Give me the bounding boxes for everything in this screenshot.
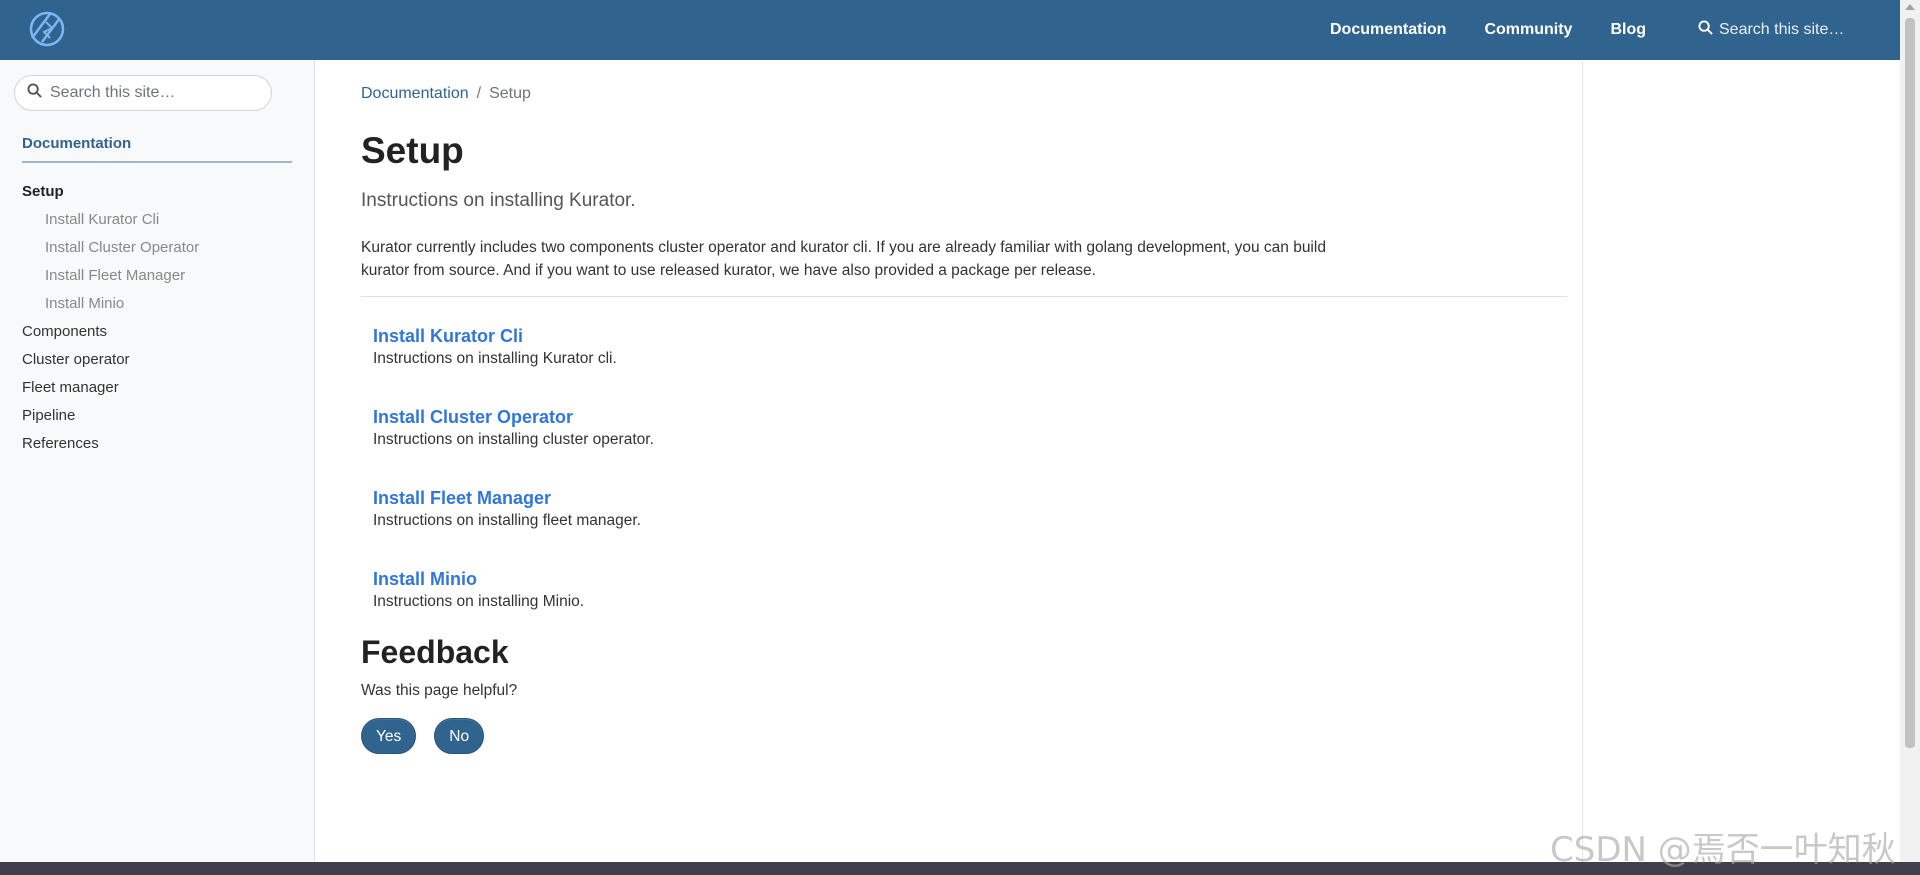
entry-link-install-fleet-manager[interactable]: Install Fleet Manager: [373, 486, 1273, 510]
nav-link-community[interactable]: Community: [1484, 21, 1572, 39]
entry-description: Instructions on installing Kurator cli.: [373, 350, 617, 367]
breadcrumb: Documentation / Setup: [361, 85, 531, 103]
child-page-list: Install Kurator Cli Instructions on inst…: [373, 324, 1273, 648]
sidebar-item-setup[interactable]: Setup: [22, 178, 292, 206]
sidebar-item-references[interactable]: References: [22, 430, 292, 458]
section-divider: [361, 296, 1567, 297]
feedback-no-button[interactable]: No: [434, 718, 485, 754]
page-title: Setup: [361, 130, 464, 171]
entry-description: Instructions on installing cluster opera…: [373, 431, 654, 448]
sidebar-search-placeholder: Search this site…: [50, 84, 176, 101]
top-navbar: Documentation Community Blog Search this…: [0, 0, 1900, 60]
page-scrollbar[interactable]: [1900, 0, 1920, 862]
sidebar-search-input[interactable]: Search this site…: [14, 75, 272, 111]
sidebar-item-install-kurator-cli[interactable]: Install Kurator Cli: [22, 206, 292, 234]
search-icon: [27, 83, 42, 103]
scroll-thumb[interactable]: [1905, 18, 1915, 748]
feedback-heading: Feedback: [361, 634, 509, 670]
feedback-buttons: Yes No: [361, 718, 502, 754]
page-body-text: Kurator currently includes two component…: [361, 239, 1326, 279]
page-lead: Instructions on installing Kurator.: [361, 190, 636, 211]
entry-description: Instructions on installing Minio.: [373, 593, 585, 610]
nav-links: Documentation Community Blog: [1330, 0, 1684, 60]
nav-link-blog[interactable]: Blog: [1610, 21, 1646, 39]
list-item: Install Fleet Manager Instructions on in…: [373, 486, 1273, 567]
sidebar-item-install-minio[interactable]: Install Minio: [22, 290, 292, 318]
sidebar-item-components[interactable]: Components: [22, 318, 292, 346]
feedback-question: Was this page helpful?: [361, 682, 518, 699]
sidebar-item-fleet-manager[interactable]: Fleet manager: [22, 374, 292, 402]
toc-column-divider: [1582, 60, 1583, 862]
breadcrumb-documentation-link[interactable]: Documentation: [361, 85, 469, 103]
entry-link-install-cluster-operator[interactable]: Install Cluster Operator: [373, 405, 1273, 429]
kurator-logo-icon[interactable]: [22, 8, 72, 50]
entry-link-install-kurator-cli[interactable]: Install Kurator Cli: [373, 324, 1273, 348]
list-item: Install Kurator Cli Instructions on inst…: [373, 324, 1273, 405]
scroll-up-arrow-icon[interactable]: [1905, 4, 1915, 10]
sidebar-item-install-fleet-manager[interactable]: Install Fleet Manager: [22, 262, 292, 290]
entry-description: Instructions on installing fleet manager…: [373, 512, 641, 529]
sidebar-item-pipeline[interactable]: Pipeline: [22, 402, 292, 430]
breadcrumb-separator: /: [476, 85, 482, 102]
nav-link-documentation[interactable]: Documentation: [1330, 21, 1446, 39]
left-sidebar: Search this site… Documentation Setup In…: [0, 60, 315, 862]
sidebar-nav-list: Setup Install Kurator Cli Install Cluste…: [22, 178, 292, 458]
sidebar-section-header: Documentation: [22, 135, 292, 163]
list-item: Install Cluster Operator Instructions on…: [373, 405, 1273, 486]
sidebar-section-documentation[interactable]: Documentation: [22, 135, 131, 152]
csdn-watermark: CSDN @焉否一叶知秋: [1550, 830, 1896, 870]
breadcrumb-current: Setup: [489, 85, 531, 102]
feedback-yes-button[interactable]: Yes: [361, 718, 417, 754]
sidebar-item-cluster-operator[interactable]: Cluster operator: [22, 346, 292, 374]
navbar-search-placeholder: Search this site…: [1719, 21, 1845, 38]
navbar-search-input[interactable]: Search this site…: [1686, 11, 1856, 49]
sidebar-item-install-cluster-operator[interactable]: Install Cluster Operator: [22, 234, 292, 262]
entry-link-install-minio[interactable]: Install Minio: [373, 567, 1273, 591]
search-icon: [1698, 20, 1713, 40]
